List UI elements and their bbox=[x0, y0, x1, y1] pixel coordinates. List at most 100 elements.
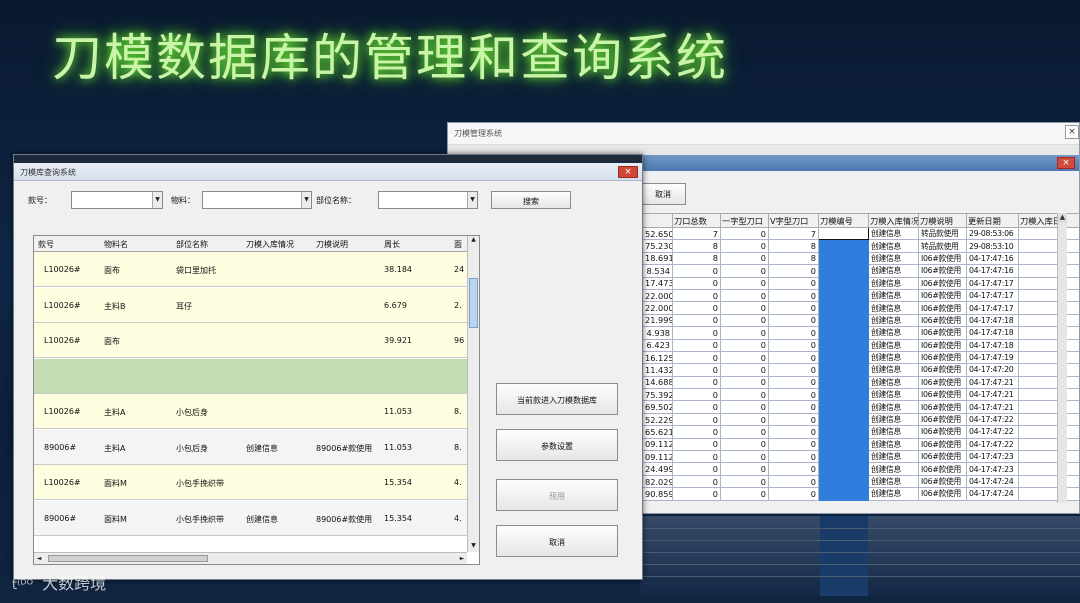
grid-cell[interactable]: 04-17:47:18 bbox=[966, 326, 1019, 340]
grid-cell[interactable]: 0 bbox=[720, 487, 769, 501]
grid-cell[interactable] bbox=[1018, 425, 1079, 439]
list-item[interactable]: 89006# 面料M 小包手挽织带 创建信息 89006#款使用 15.354 4. bbox=[34, 500, 469, 536]
grid-cell[interactable]: 8.534 bbox=[642, 264, 673, 278]
list-item[interactable]: L10026# 面布 袋口里加托 38.184 24 bbox=[34, 252, 469, 287]
list-item[interactable] bbox=[34, 358, 469, 394]
table-row[interactable]: 22.000 0 0 0 创建信息 I06#款使用 04-17:47:17 bbox=[642, 288, 1079, 303]
grid-cell[interactable]: 创建信息 bbox=[868, 425, 919, 439]
grid-cell[interactable]: 14.688 bbox=[642, 375, 673, 390]
grid-cell[interactable]: 0 bbox=[672, 425, 721, 439]
grid-cell[interactable]: I06#款使用 bbox=[918, 487, 967, 501]
grid-cell[interactable]: 0 bbox=[720, 276, 769, 290]
grid-cell[interactable]: 0 bbox=[720, 375, 769, 390]
grid-cell[interactable]: I06#款使用 bbox=[918, 437, 967, 452]
grid-cell[interactable]: 创建信息 bbox=[868, 276, 919, 290]
grid-cell[interactable]: 创建信息 bbox=[868, 437, 919, 452]
grid-cell[interactable]: I06#款使用 bbox=[918, 412, 967, 427]
table-row[interactable]: 17.473 0 0 0 创建信息 I06#款使用 04-17:47:17 bbox=[642, 276, 1079, 290]
grid-cell[interactable]: I06#款使用 bbox=[918, 326, 967, 340]
grid-cell[interactable] bbox=[818, 301, 869, 315]
grid-cell[interactable]: 0 bbox=[672, 276, 721, 290]
grid-cell[interactable]: 0 bbox=[768, 437, 819, 452]
grid-cell[interactable] bbox=[1018, 338, 1079, 352]
chevron-down-icon[interactable]: ▼ bbox=[467, 192, 477, 208]
grid-cell[interactable]: 0 bbox=[672, 487, 721, 501]
list-header-cell[interactable]: 刀模说明 bbox=[316, 239, 348, 250]
scroll-left-icon[interactable]: ◄ bbox=[34, 553, 44, 564]
grid-cell[interactable]: 17.473 bbox=[642, 276, 673, 290]
grid-cell[interactable] bbox=[1018, 326, 1079, 340]
grid-cell[interactable]: 转品款使用 bbox=[918, 226, 967, 241]
grid-cell[interactable] bbox=[818, 412, 869, 427]
search-button[interactable]: 搜索 bbox=[491, 191, 571, 209]
grid-cell[interactable]: 4.938 bbox=[642, 326, 673, 340]
scroll-down-icon[interactable]: ▼ bbox=[468, 542, 479, 552]
grid-cell[interactable] bbox=[1018, 301, 1079, 315]
grid-cell[interactable] bbox=[1018, 388, 1079, 402]
grid-cell[interactable]: 29-08:53:10 bbox=[966, 239, 1019, 253]
grid-cell[interactable] bbox=[818, 388, 869, 402]
grid-header-cell[interactable]: 刀口总数 bbox=[672, 213, 721, 228]
grid-cell[interactable]: 0 bbox=[768, 450, 819, 464]
grid-cell[interactable] bbox=[1018, 313, 1079, 328]
preuse-button[interactable]: 预用 bbox=[496, 479, 618, 511]
grid-cell[interactable] bbox=[818, 450, 869, 464]
style-select[interactable]: ▼ bbox=[71, 191, 163, 209]
table-row[interactable]: 52.229 0 0 0 创建信息 I06#款使用 04-17:47:22 bbox=[642, 412, 1079, 427]
grid-cell[interactable]: 75.392 bbox=[642, 388, 673, 402]
table-row[interactable]: 82.029 0 0 0 创建信息 I06#款使用 04-17:47:24 bbox=[642, 474, 1079, 489]
grid-cell[interactable]: 创建信息 bbox=[868, 450, 919, 464]
grid-cell[interactable]: 04-17:47:24 bbox=[966, 474, 1019, 489]
list-item[interactable]: L10026# 面布 39.921 96 bbox=[34, 323, 469, 358]
grid-cell[interactable] bbox=[1018, 288, 1079, 303]
table-row[interactable]: 24.499 0 0 0 创建信息 I06#款使用 04-17:47:23 bbox=[642, 462, 1079, 476]
import-to-database-button[interactable]: 当前款进入刀模数据库 bbox=[496, 383, 618, 415]
grid-cell[interactable]: I06#款使用 bbox=[918, 350, 967, 365]
grid-cell[interactable]: 0 bbox=[672, 474, 721, 489]
table-row[interactable]: 52.650 7 0 7 创建信息 转品款使用 29-08:53:06 bbox=[642, 226, 1079, 241]
grid-cell[interactable] bbox=[818, 437, 869, 452]
grid-cell[interactable]: 创建信息 bbox=[868, 412, 919, 427]
grid-cell[interactable]: 创建信息 bbox=[868, 487, 919, 501]
grid-cell[interactable]: 0 bbox=[672, 462, 721, 476]
grid-cell[interactable] bbox=[1018, 412, 1079, 427]
scroll-up-icon[interactable]: ▲ bbox=[468, 236, 479, 246]
part-name-select[interactable]: ▼ bbox=[378, 191, 478, 209]
table-row[interactable]: 22.000 0 0 0 创建信息 I06#款使用 04-17:47:17 bbox=[642, 301, 1079, 315]
grid-cell[interactable]: 0 bbox=[768, 313, 819, 328]
grid-cell[interactable]: 0 bbox=[672, 437, 721, 452]
grid-cell[interactable]: 0 bbox=[672, 264, 721, 278]
grid-cell[interactable]: 0 bbox=[720, 462, 769, 476]
grid-cell[interactable]: 0 bbox=[768, 326, 819, 340]
grid-cell[interactable]: 0 bbox=[672, 375, 721, 390]
grid-cell[interactable] bbox=[818, 313, 869, 328]
grid-cell[interactable]: 0 bbox=[672, 412, 721, 427]
grid-cell[interactable]: I06#款使用 bbox=[918, 288, 967, 303]
grid-cell[interactable]: 16.125 bbox=[642, 350, 673, 365]
scroll-right-icon[interactable]: ► bbox=[457, 553, 467, 564]
table-row[interactable]: 8.534 0 0 0 创建信息 I06#款使用 04-17:47:16 bbox=[642, 264, 1079, 278]
grid-cell[interactable]: 09.112 bbox=[642, 437, 673, 452]
grid-cell[interactable]: 0 bbox=[720, 437, 769, 452]
grid-cell[interactable]: I06#款使用 bbox=[918, 264, 967, 278]
grid-cell[interactable]: 0 bbox=[672, 326, 721, 340]
grid-cell[interactable]: I06#款使用 bbox=[918, 388, 967, 402]
grid-cell[interactable]: 0 bbox=[768, 474, 819, 489]
list-header-cell[interactable]: 物料名 bbox=[104, 239, 128, 250]
grid-cell[interactable]: 04-17:47:23 bbox=[966, 462, 1019, 476]
grid-cell[interactable]: 04-17:47:22 bbox=[966, 412, 1019, 427]
grid-cell[interactable]: 04-17:47:21 bbox=[966, 388, 1019, 402]
grid-cell[interactable]: I06#款使用 bbox=[918, 313, 967, 328]
grid-cell[interactable]: 创建信息 bbox=[868, 338, 919, 352]
grid-cell[interactable] bbox=[1018, 239, 1079, 253]
grid-cell[interactable]: 04-17:47:24 bbox=[966, 487, 1019, 501]
close-icon[interactable]: × bbox=[1065, 125, 1079, 139]
list-header-cell[interactable]: 周长 bbox=[384, 239, 400, 250]
grid-cell[interactable] bbox=[1018, 375, 1079, 390]
table-row[interactable]: 75.230 8 0 8 创建信息 转品款使用 29-08:53:10 bbox=[642, 239, 1079, 253]
grid-cell[interactable]: 0 bbox=[768, 400, 819, 414]
list-header-cell[interactable]: 面 bbox=[454, 239, 462, 250]
grid-cell[interactable]: 0 bbox=[720, 326, 769, 340]
grid-cell[interactable]: 创建信息 bbox=[868, 301, 919, 315]
grid-cell[interactable]: 创建信息 bbox=[868, 226, 919, 241]
